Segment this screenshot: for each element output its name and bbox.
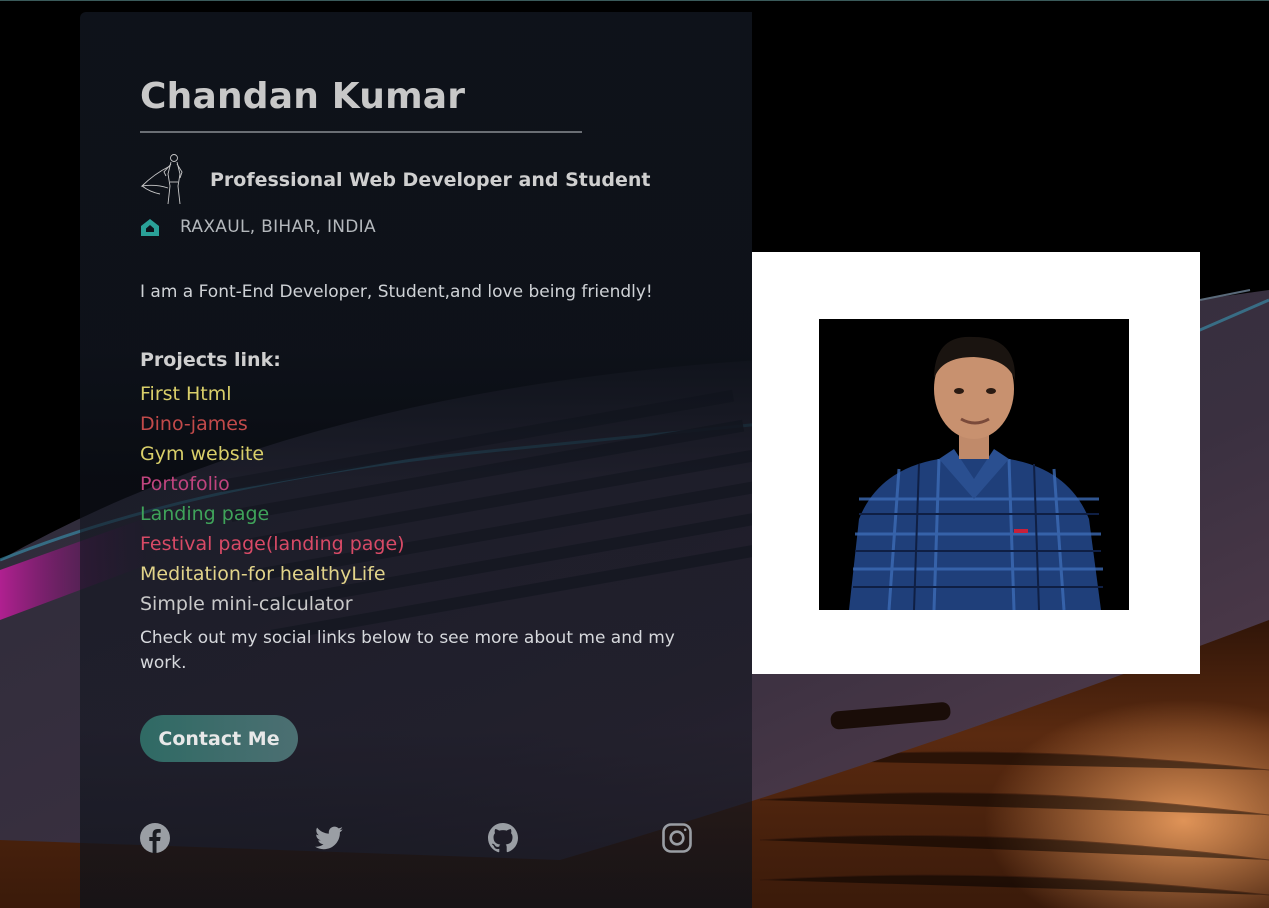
project-link-first-html[interactable]: First Html xyxy=(140,379,405,409)
twitter-icon[interactable] xyxy=(313,822,345,854)
project-link-mini-calculator[interactable]: Simple mini-calculator xyxy=(140,589,405,619)
projects-heading: Projects link: xyxy=(140,349,281,371)
profile-name: Chandan Kumar xyxy=(140,76,466,117)
profile-card: Chandan Kumar Professional Web Developer… xyxy=(80,12,752,908)
project-link-gym-website[interactable]: Gym website xyxy=(140,439,405,469)
project-link-festival-page[interactable]: Festival page(landing page) xyxy=(140,529,405,559)
projects-list: First Html Dino-james Gym website Portof… xyxy=(140,379,405,619)
contact-me-button[interactable]: Contact Me xyxy=(140,715,298,762)
profile-photo-frame xyxy=(752,252,1200,674)
profile-photo xyxy=(819,319,1129,610)
profile-location: RAXAUL, BIHAR, INDIA xyxy=(180,217,376,237)
top-border-line xyxy=(0,0,1269,1)
name-divider xyxy=(140,131,582,133)
instagram-icon[interactable] xyxy=(661,822,693,854)
project-link-meditation[interactable]: Meditation-for healthyLife xyxy=(140,559,405,589)
profile-role: Professional Web Developer and Student xyxy=(210,169,651,191)
github-icon[interactable] xyxy=(487,822,519,854)
project-link-landing-page[interactable]: Landing page xyxy=(140,499,405,529)
superhero-icon xyxy=(140,152,188,206)
profile-intro: I am a Font-End Developer, Student,and l… xyxy=(140,282,653,302)
social-intro-text: Check out my social links below to see m… xyxy=(140,628,675,673)
project-link-portofolio[interactable]: Portofolio xyxy=(140,469,405,499)
project-link-dino-james[interactable]: Dino-james xyxy=(140,409,405,439)
home-icon xyxy=(140,218,160,237)
facebook-icon[interactable] xyxy=(139,822,171,854)
